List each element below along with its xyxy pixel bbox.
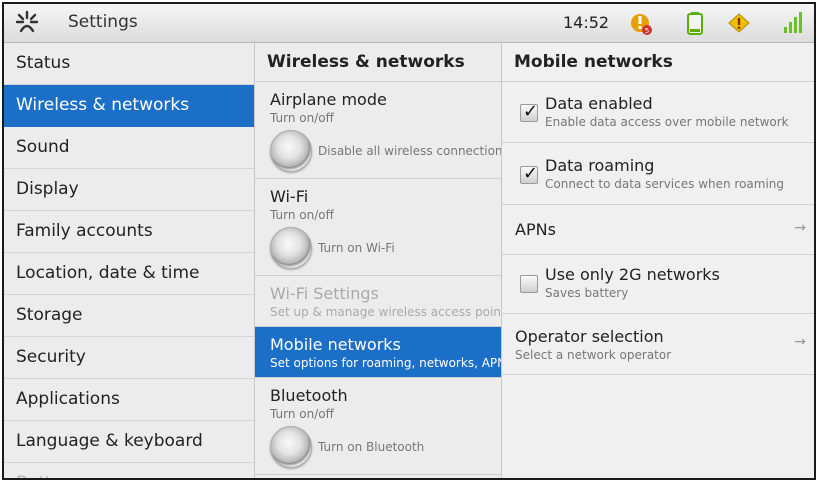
app-title: Settings xyxy=(68,12,138,32)
alert-icon[interactable]: 5 xyxy=(628,10,654,36)
wifi-settings-item[interactable]: Wi-Fi Settings Set up & manage wireless … xyxy=(255,276,501,327)
signal-icon xyxy=(784,12,802,33)
category-security[interactable]: Security xyxy=(4,337,254,379)
arrow-right-icon: → xyxy=(794,220,806,236)
apns-setting[interactable]: APNs → xyxy=(502,205,814,255)
mobile-networks-panel: Mobile networks ✓ Data enabled Enable da… xyxy=(502,43,814,478)
use-2g-title: Use only 2G networks xyxy=(545,265,720,284)
check-icon: ✓ xyxy=(523,163,539,184)
airplane-mode-setting[interactable]: Airplane mode Turn on/off Disable all wi… xyxy=(255,82,501,179)
mobile-networks-summary: Set options for roaming, networks, APNs xyxy=(270,356,501,370)
wifi-title: Wi-Fi xyxy=(270,187,309,206)
airplane-mode-toggle-label: Disable all wireless connections xyxy=(318,144,501,158)
category-status[interactable]: Status xyxy=(4,43,254,85)
data-roaming-setting[interactable]: ✓ Data roaming Connect to data services … xyxy=(502,143,814,205)
data-roaming-checkbox[interactable]: ✓ xyxy=(520,163,539,184)
category-family-accounts[interactable]: Family accounts xyxy=(4,211,254,253)
airplane-mode-toggle[interactable] xyxy=(270,130,312,172)
category-language-keyboard[interactable]: Language & keyboard xyxy=(4,421,254,463)
bluetooth-toggle-label: Turn on Bluetooth xyxy=(318,440,425,454)
wireless-networks-header: Wireless & networks xyxy=(255,43,501,82)
mobile-networks-item[interactable]: Mobile networks Set options for roaming,… xyxy=(255,327,501,378)
use-2g-setting[interactable]: Use only 2G networks Saves battery xyxy=(502,255,814,314)
data-enabled-summary: Enable data access over mobile network xyxy=(545,115,789,129)
check-icon: ✓ xyxy=(523,101,539,122)
mobile-networks-header: Mobile networks xyxy=(502,43,814,82)
category-applications[interactable]: Applications xyxy=(4,379,254,421)
bluetooth-title: Bluetooth xyxy=(270,386,348,405)
wifi-setting[interactable]: Wi-Fi Turn on/off Turn on Wi-Fi xyxy=(255,179,501,276)
clock: 14:52 xyxy=(563,13,610,32)
data-roaming-summary: Connect to data services when roaming xyxy=(545,177,785,191)
category-location-date-time[interactable]: Location, date & time xyxy=(4,253,254,295)
operator-selection-title: Operator selection xyxy=(515,327,664,346)
bluetooth-toggle[interactable] xyxy=(270,426,312,468)
airplane-mode-summary: Turn on/off xyxy=(270,111,334,125)
device-screen: Settings 14:52 5 Status Wireless & netwo… xyxy=(2,2,816,480)
wifi-toggle-label: Turn on Wi-Fi xyxy=(318,241,395,255)
category-battery-use[interactable]: Battery use xyxy=(4,463,254,478)
status-bar: Settings 14:52 5 xyxy=(4,4,814,43)
mobile-networks-title: Mobile networks xyxy=(270,335,401,354)
warning-icon[interactable] xyxy=(726,10,752,36)
data-enabled-setting[interactable]: ✓ Data enabled Enable data access over m… xyxy=(502,82,814,143)
svg-text:5: 5 xyxy=(645,27,649,35)
operator-selection-summary: Select a network operator xyxy=(515,348,672,362)
wifi-settings-summary: Set up & manage wireless access points xyxy=(270,305,501,319)
battery-icon xyxy=(687,12,703,35)
use-2g-checkbox[interactable] xyxy=(520,275,538,293)
data-enabled-title: Data enabled xyxy=(545,94,653,113)
apns-title: APNs xyxy=(515,220,556,239)
wifi-summary: Turn on/off xyxy=(270,208,334,222)
airplane-mode-title: Airplane mode xyxy=(270,90,387,109)
arrow-right-icon: → xyxy=(794,334,806,350)
category-wireless-networks[interactable]: Wireless & networks xyxy=(4,85,254,127)
wifi-settings-title: Wi-Fi Settings xyxy=(270,284,379,303)
settings-app-icon[interactable] xyxy=(14,9,40,35)
operator-selection-setting[interactable]: Operator selection Select a network oper… xyxy=(502,314,814,375)
wifi-toggle[interactable] xyxy=(270,227,312,269)
use-2g-summary: Saves battery xyxy=(545,286,629,300)
wireless-networks-panel: Wireless & networks Airplane mode Turn o… xyxy=(255,43,502,478)
category-display[interactable]: Display xyxy=(4,169,254,211)
data-roaming-title: Data roaming xyxy=(545,156,655,175)
bluetooth-summary: Turn on/off xyxy=(270,407,334,421)
bluetooth-setting[interactable]: Bluetooth Turn on/off Turn on Bluetooth xyxy=(255,378,501,475)
category-sound[interactable]: Sound xyxy=(4,127,254,169)
settings-categories: Status Wireless & networks Sound Display… xyxy=(4,43,255,478)
data-enabled-checkbox[interactable]: ✓ xyxy=(520,101,539,122)
category-storage[interactable]: Storage xyxy=(4,295,254,337)
